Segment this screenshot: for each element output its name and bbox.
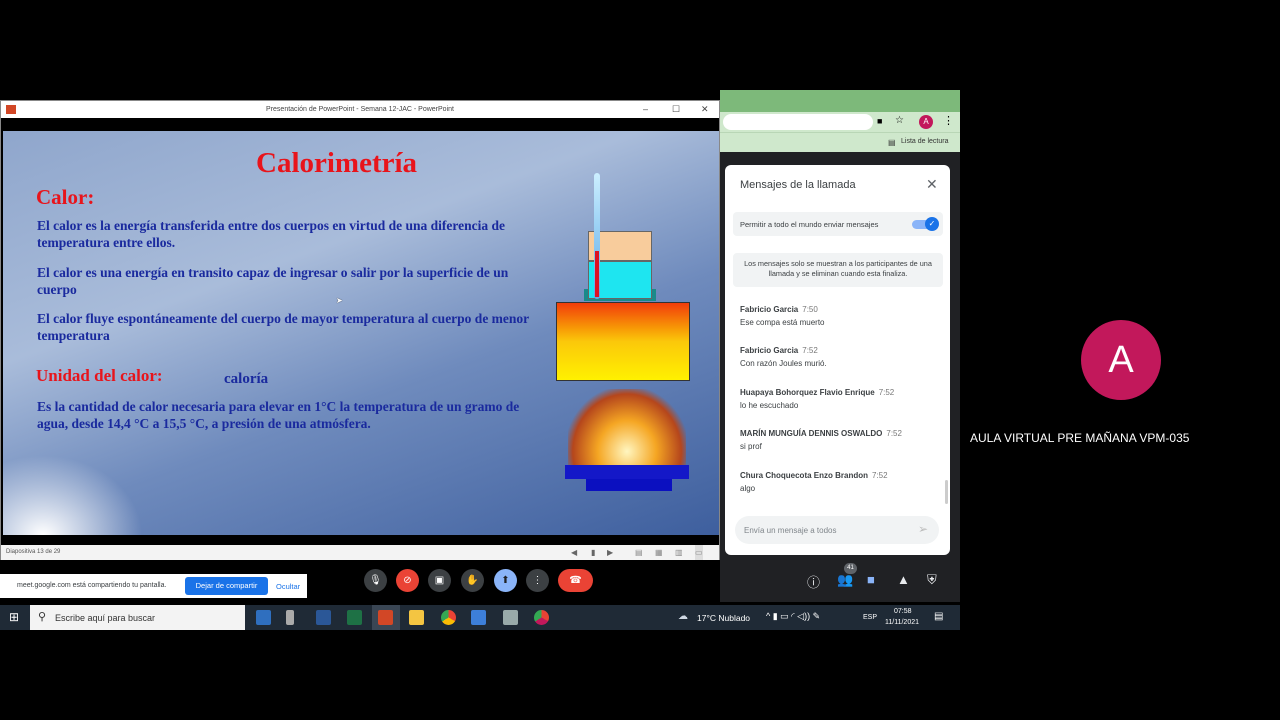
- minimize-icon[interactable]: –: [643, 101, 648, 118]
- send-icon[interactable]: ➢: [918, 522, 928, 536]
- app-icon[interactable]: [286, 610, 294, 625]
- burner-base: [586, 479, 672, 491]
- browser-toolbar: ■ ☆ A ⋮: [720, 112, 960, 132]
- captions-button[interactable]: ▣: [428, 569, 451, 592]
- clock-date[interactable]: 11/11/2021: [885, 619, 919, 626]
- next-slide-icon[interactable]: ▶: [607, 545, 613, 560]
- bookmarks-bar: ▤ Lista de lectura: [720, 132, 960, 152]
- taskbar: ⊞ ⚲ Escribe aquí para buscar ☁ 17°C Nubl…: [0, 605, 960, 630]
- windows-start-icon[interactable]: ⊞: [9, 610, 19, 624]
- camera-icon[interactable]: ■: [877, 116, 882, 126]
- participant-avatar: A: [1081, 320, 1161, 400]
- slide-heading-unidad: Unidad del calor:: [36, 366, 163, 385]
- present-button[interactable]: ⬆: [494, 569, 517, 592]
- host-controls-icon[interactable]: ⛨: [927, 572, 937, 588]
- close-icon[interactable]: ✕: [701, 101, 709, 118]
- slide-unit: caloría: [224, 371, 269, 387]
- slide-paragraph: El calor es la energía transferida entre…: [37, 218, 505, 250]
- chat-message: Fabricio Garcia 7:50 Ese compa está muerto: [740, 305, 825, 327]
- fire-icon: [568, 389, 686, 467]
- burner-top: [565, 465, 689, 479]
- chat-notice: Los mensajes solo se muestran a los part…: [733, 253, 943, 287]
- reading-view-icon[interactable]: ▥: [675, 545, 683, 560]
- chrome-icon[interactable]: [441, 610, 456, 625]
- chat-message: Chura Choquecota Enzo Brandon 7:52 algo: [740, 471, 888, 493]
- mouse-cursor-icon: ➤: [336, 296, 343, 305]
- chat-message: MARÍN MUNGUÍA DENNIS OSWALDO 7:52 si prof: [740, 429, 902, 451]
- taskbar-search[interactable]: ⚲ Escribe aquí para buscar: [30, 605, 245, 630]
- info-icon[interactable]: ⓘ: [807, 572, 820, 591]
- participants-count: 41: [844, 563, 857, 574]
- chat-input-placeholder: Envía un mensaje a todos: [744, 526, 837, 535]
- thermometer-mercury: [595, 251, 599, 297]
- window-title: Presentación de PowerPoint - Semana 12-J…: [1, 101, 719, 118]
- slide-title: Calorimetría: [256, 147, 418, 179]
- language-indicator[interactable]: ESP: [863, 614, 877, 621]
- close-chat-icon[interactable]: ✕: [926, 176, 938, 193]
- chrome-profile-icon[interactable]: [534, 610, 549, 625]
- taskbar-search-placeholder: Escribe aquí para buscar: [55, 613, 156, 623]
- profile-avatar[interactable]: A: [919, 115, 933, 129]
- maximize-icon[interactable]: ☐: [672, 101, 680, 118]
- stop-sharing-button[interactable]: Dejar de compartir: [185, 577, 268, 595]
- chat-scrollbar[interactable]: [945, 480, 948, 504]
- address-bar[interactable]: [723, 114, 873, 130]
- notifications-icon[interactable]: ▤: [934, 611, 943, 622]
- app-icon[interactable]: [256, 610, 271, 625]
- menu-icon[interactable]: ⋮: [943, 114, 954, 127]
- normal-view-icon[interactable]: ▤: [635, 545, 643, 560]
- chat-icon[interactable]: ■: [867, 572, 875, 587]
- previous-slide-icon[interactable]: ◀: [571, 545, 577, 560]
- powerpoint-taskbar-icon[interactable]: [378, 610, 393, 625]
- slide-counter: Diapositiva 13 de 29: [6, 549, 61, 555]
- powerpoint-icon: [6, 105, 16, 114]
- slide-paragraph: El calor es una energía en transito capa…: [37, 265, 509, 297]
- share-notice-bar: meet.google.com está compartiendo tu pan…: [0, 574, 307, 598]
- slide-heading-calor: Calor:: [36, 185, 95, 209]
- reading-list-icon[interactable]: ▤: [888, 138, 896, 147]
- weather[interactable]: 17°C Nublado: [697, 613, 750, 623]
- app-icon[interactable]: [471, 610, 486, 625]
- search-icon: ⚲: [38, 611, 47, 623]
- camera-off-button[interactable]: ⊘: [396, 569, 419, 592]
- slide-paragraph: El calor fluye espontáneamente del cuerp…: [37, 311, 529, 343]
- participant-tile: A AULA VIRTUAL PRE MAÑANA VPM-035: [962, 270, 1280, 450]
- chat-message: Fabricio Garcia 7:52 Con razón Joules muri…: [740, 346, 827, 368]
- leave-call-button[interactable]: ☎: [558, 569, 593, 592]
- powerpoint-window: Presentación de PowerPoint - Semana 12-J…: [0, 100, 720, 560]
- more-options-button[interactable]: ⋮: [526, 569, 549, 592]
- allow-messages-row: Permitir a todo el mundo enviar mensajes…: [733, 212, 943, 236]
- reading-list[interactable]: Lista de lectura: [901, 138, 948, 145]
- clock-time[interactable]: 07:58: [894, 608, 912, 615]
- participant-name: AULA VIRTUAL PRE MAÑANA VPM-035: [970, 431, 1190, 445]
- slide: Calorimetría Calor: El calor es la energ…: [3, 131, 719, 535]
- tray-icons[interactable]: ^ ▮ ▭ ◜ ◁)) ✎: [766, 611, 820, 622]
- cloud-icon: ☁: [678, 611, 688, 622]
- microphone-button[interactable]: 🎙: [364, 569, 387, 592]
- slideshow-view-icon[interactable]: ▭: [695, 545, 703, 560]
- share-notice-text: meet.google.com está compartiendo tu pan…: [17, 582, 167, 589]
- hide-button[interactable]: Ocultar: [276, 582, 300, 591]
- allow-messages-label: Permitir a todo el mundo enviar mensajes: [740, 220, 879, 229]
- file-explorer-icon[interactable]: [409, 610, 424, 625]
- heated-block: [556, 302, 690, 381]
- raise-hand-button[interactable]: ✋: [461, 569, 484, 592]
- status-bar: Diapositiva 13 de 29 ◀ ▮ ▶ ▤ ▦ ▥ ▭: [1, 545, 719, 560]
- check-icon[interactable]: ✓: [925, 217, 939, 231]
- browser-titlebar: [720, 90, 960, 112]
- people-icon[interactable]: 👥: [837, 572, 853, 588]
- chat-input[interactable]: Envía un mensaje a todos ➢: [735, 516, 939, 544]
- app-icon[interactable]: [503, 610, 518, 625]
- slide-menu-icon[interactable]: ▮: [591, 545, 595, 560]
- star-icon[interactable]: ☆: [895, 115, 904, 126]
- window-title-text: Presentación de PowerPoint - Semana 12-J…: [266, 106, 454, 113]
- chat-message: Huapaya Bohorquez Flavio Enrique 7:52 lo h…: [740, 388, 895, 410]
- slide-definition: Es la cantidad de calor necesaria para e…: [37, 399, 520, 431]
- chat-panel: Mensajes de la llamada ✕ Permitir a todo…: [725, 165, 950, 555]
- activities-icon[interactable]: ▲: [897, 572, 910, 587]
- chat-title: Mensajes de la llamada: [740, 179, 856, 191]
- sorter-view-icon[interactable]: ▦: [655, 545, 663, 560]
- word-icon[interactable]: [316, 610, 331, 625]
- excel-icon[interactable]: [347, 610, 362, 625]
